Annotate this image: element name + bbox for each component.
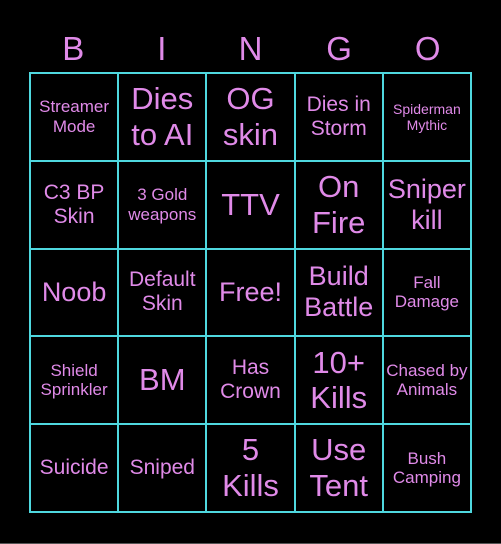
bingo-cell-label: Has Crown (220, 356, 281, 404)
bingo-cell[interactable]: 10+ Kills (294, 336, 383, 425)
bingo-cell-label: Dies to AI (131, 81, 194, 152)
bingo-cell[interactable]: Default Skin (118, 248, 207, 337)
bingo-cell[interactable]: C3 BP Skin (30, 160, 119, 249)
bingo-cell-label: Bush Camping (392, 448, 461, 488)
bingo-cell[interactable]: Chased by Animals (382, 336, 471, 425)
bingo-cell-label: Dies in Storm (306, 92, 371, 140)
bingo-cell-label: On Fire (312, 169, 366, 240)
bingo-cell[interactable]: Suicide (30, 424, 119, 512)
bingo-cell[interactable]: Noob (30, 248, 119, 337)
bingo-cell[interactable]: On Fire (294, 160, 383, 249)
bingo-cell-label: 3 Gold weapons (128, 185, 197, 224)
bingo-header: B I N G O (29, 26, 472, 72)
bingo-cell-label: OG skin (222, 81, 279, 152)
bingo-cell-label: C3 BP Skin (43, 180, 105, 228)
bingo-cell-label: Sniped (129, 456, 195, 480)
bingo-cell-label: Noob (41, 276, 107, 307)
bingo-cell[interactable]: OG skin (206, 73, 295, 161)
bingo-cell[interactable]: Spiderman Mythic (382, 73, 471, 161)
bingo-cell[interactable]: Dies to AI (118, 73, 207, 161)
header-letter-n: N (238, 30, 263, 67)
bingo-cell[interactable]: Sniper kill (382, 160, 471, 249)
bingo-card-grid: Streamer Mode Dies to AI OG skin Dies in St… (29, 72, 472, 513)
bingo-cell-label: Default Skin (129, 268, 196, 316)
bingo-cell[interactable]: Free! (206, 248, 295, 337)
header-letter-b: B (62, 30, 85, 67)
header-letter-o: O (414, 30, 441, 67)
bingo-cell[interactable]: Build Battle (294, 248, 383, 337)
bingo-cell[interactable]: 3 Gold weapons (118, 160, 207, 249)
bingo-cell[interactable]: Dies in Storm (294, 73, 383, 161)
bingo-cell[interactable]: Use Tent (294, 424, 383, 512)
bingo-cell[interactable]: Shield Sprinkler (30, 336, 119, 425)
bingo-cell[interactable]: BM (118, 336, 207, 425)
bingo-cell-label: Streamer Mode (39, 97, 110, 136)
bingo-cell-label: Free! (218, 276, 282, 307)
bingo-cell-label: BM (139, 362, 186, 398)
bingo-cell[interactable]: Streamer Mode (30, 73, 119, 161)
bingo-cell-label: Fall Damage (394, 272, 460, 312)
bingo-cell-label: Shield Sprinkler (40, 360, 108, 400)
bingo-cell[interactable]: Bush Camping (382, 424, 471, 512)
bingo-cell-label: TTV (221, 186, 280, 222)
bingo-cell-label: Sniper kill (387, 173, 466, 235)
bingo-cell-label: Build Battle (304, 261, 374, 323)
bingo-cell-label: 10+ Kills (310, 344, 368, 416)
bingo-cell[interactable]: Has Crown (206, 336, 295, 425)
header-letter-g: G (326, 30, 352, 67)
bingo-cell[interactable]: Fall Damage (382, 248, 471, 337)
bingo-cell-label: 5 Kills (222, 432, 279, 504)
bingo-cell[interactable]: 5 Kills (206, 424, 295, 512)
header-letter-i: I (157, 30, 167, 67)
bingo-cell-label: Use Tent (309, 432, 368, 504)
bingo-cell-label: Suicide (39, 456, 109, 480)
bingo-cell-label: Spiderman Mythic (393, 100, 461, 133)
bingo-cell[interactable]: TTV (206, 160, 295, 249)
bingo-cell-label: Chased by Animals (386, 360, 468, 400)
bingo-cell[interactable]: Sniped (118, 424, 207, 512)
